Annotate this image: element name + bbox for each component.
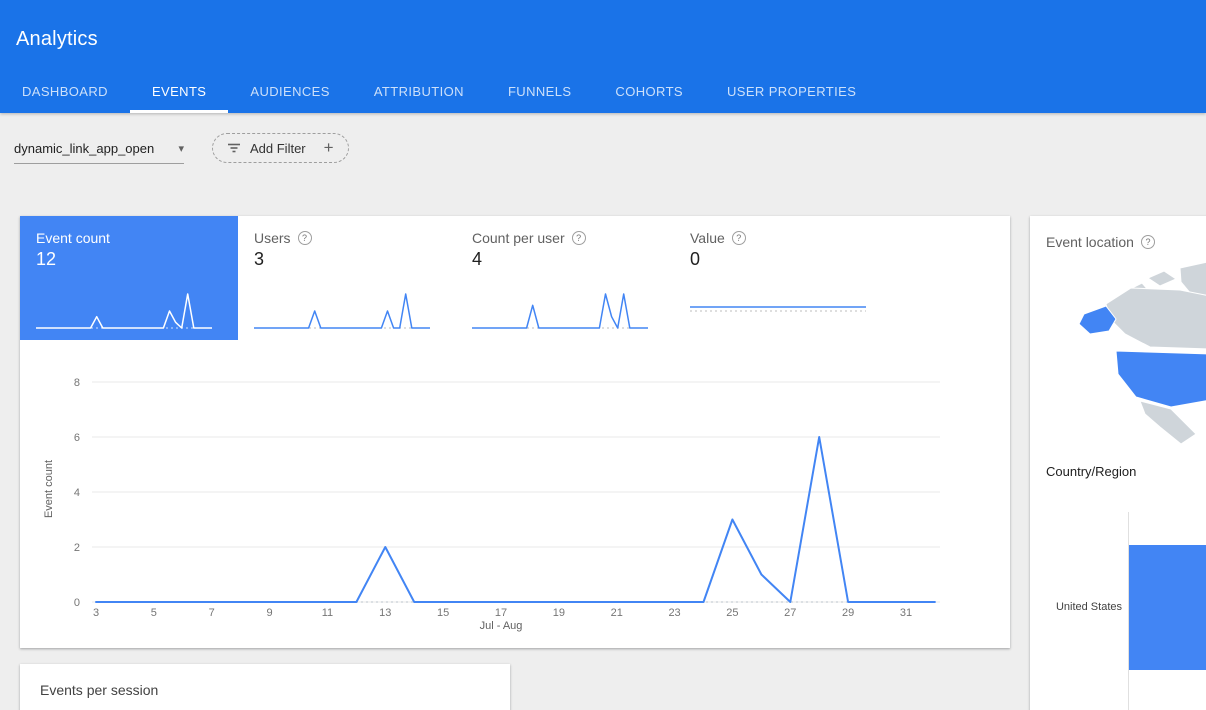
tile-label: Users [254, 230, 291, 246]
events-overview-card: Event count 12 Users ? 3 Count per user … [20, 216, 1010, 648]
tab-funnels[interactable]: FUNNELS [486, 72, 593, 113]
svg-text:23: 23 [668, 607, 680, 619]
svg-text:4: 4 [74, 487, 80, 499]
metric-tiles: Event count 12 Users ? 3 Count per user … [20, 216, 892, 340]
main-chart: 0 2 4 6 8 3 5 7 9 11 13 15 17 19 21 23 25 27 29 31 Jul - Aug [50, 368, 950, 632]
svg-text:15: 15 [437, 607, 449, 619]
help-icon[interactable]: ? [732, 231, 746, 245]
add-filter-button[interactable]: Add Filter + [212, 133, 349, 163]
svg-text:11: 11 [322, 607, 333, 619]
country-label: United States [1030, 601, 1122, 613]
help-icon[interactable]: ? [572, 231, 586, 245]
svg-text:19: 19 [553, 607, 565, 619]
svg-text:Jul - Aug: Jul - Aug [480, 620, 523, 632]
tile-sparkline [472, 284, 648, 330]
svg-text:2: 2 [74, 542, 80, 554]
map-region-united-states [1116, 351, 1206, 407]
tab-cohorts[interactable]: COHORTS [593, 72, 705, 113]
events-per-session-title: Events per session [20, 664, 510, 710]
svg-text:6: 6 [74, 432, 80, 444]
tab-bar: DASHBOARD EVENTS AUDIENCES ATTRIBUTION F… [0, 72, 878, 113]
svg-text:3: 3 [93, 607, 99, 619]
svg-text:0: 0 [74, 597, 80, 609]
tile-sparkline [690, 284, 866, 330]
chart-area: Event count 0246835791113151719212325272… [20, 340, 1010, 648]
tab-dashboard[interactable]: DASHBOARD [0, 72, 130, 113]
tile-label: Event count [36, 230, 110, 246]
tab-audiences[interactable]: AUDIENCES [228, 72, 351, 113]
event-selector[interactable]: dynamic_link_app_open ▾ [14, 134, 184, 164]
world-map [1030, 258, 1206, 458]
tile-value-metric[interactable]: Value ? 0 [674, 216, 892, 340]
svg-text:25: 25 [726, 607, 738, 619]
svg-text:13: 13 [379, 607, 391, 619]
svg-text:27: 27 [784, 607, 796, 619]
tile-value: 4 [472, 249, 658, 270]
svg-text:17: 17 [495, 607, 507, 619]
tile-users[interactable]: Users ? 3 [238, 216, 456, 340]
tab-user-properties[interactable]: USER PROPERTIES [705, 72, 878, 113]
plus-icon: + [324, 138, 334, 158]
tab-events[interactable]: EVENTS [130, 72, 228, 113]
tile-sparkline [36, 284, 212, 330]
svg-text:21: 21 [611, 607, 623, 619]
events-per-session-card: Events per session [20, 664, 510, 710]
svg-text:7: 7 [209, 607, 215, 619]
svg-text:31: 31 [900, 607, 912, 619]
svg-text:9: 9 [267, 607, 273, 619]
tile-label: Count per user [472, 230, 565, 246]
app-title: Analytics [16, 28, 98, 51]
tile-label: Value [690, 230, 725, 246]
map-region-mexico [1140, 401, 1196, 444]
svg-text:5: 5 [151, 607, 157, 619]
add-filter-label: Add Filter [250, 141, 306, 156]
svg-text:8: 8 [74, 377, 80, 389]
event-location-card: Event location ? Country/Region United S… [1030, 216, 1206, 710]
country-region-label: Country/Region [1046, 464, 1136, 479]
tile-event-count[interactable]: Event count 12 [20, 216, 238, 340]
filter-icon [227, 141, 241, 155]
country-bar-united-states[interactable] [1129, 545, 1206, 670]
tile-count-per-user[interactable]: Count per user ? 4 [456, 216, 674, 340]
app-header: Analytics DASHBOARD EVENTS AUDIENCES ATT… [0, 0, 1206, 113]
help-icon[interactable]: ? [298, 231, 312, 245]
event-selector-value: dynamic_link_app_open [14, 141, 154, 156]
help-icon[interactable]: ? [1141, 235, 1155, 249]
filter-bar: dynamic_link_app_open ▾ Add Filter + [0, 113, 1206, 216]
tile-value: 3 [254, 249, 440, 270]
tile-value: 0 [690, 249, 876, 270]
tile-sparkline [254, 284, 430, 330]
chevron-down-icon: ▾ [178, 142, 184, 155]
map-region-canada [1106, 288, 1206, 349]
svg-text:29: 29 [842, 607, 854, 619]
tab-attribution[interactable]: ATTRIBUTION [352, 72, 486, 113]
tile-value: 12 [36, 249, 222, 270]
map-region-islands [1148, 271, 1176, 286]
event-location-title: Event location [1046, 234, 1134, 250]
